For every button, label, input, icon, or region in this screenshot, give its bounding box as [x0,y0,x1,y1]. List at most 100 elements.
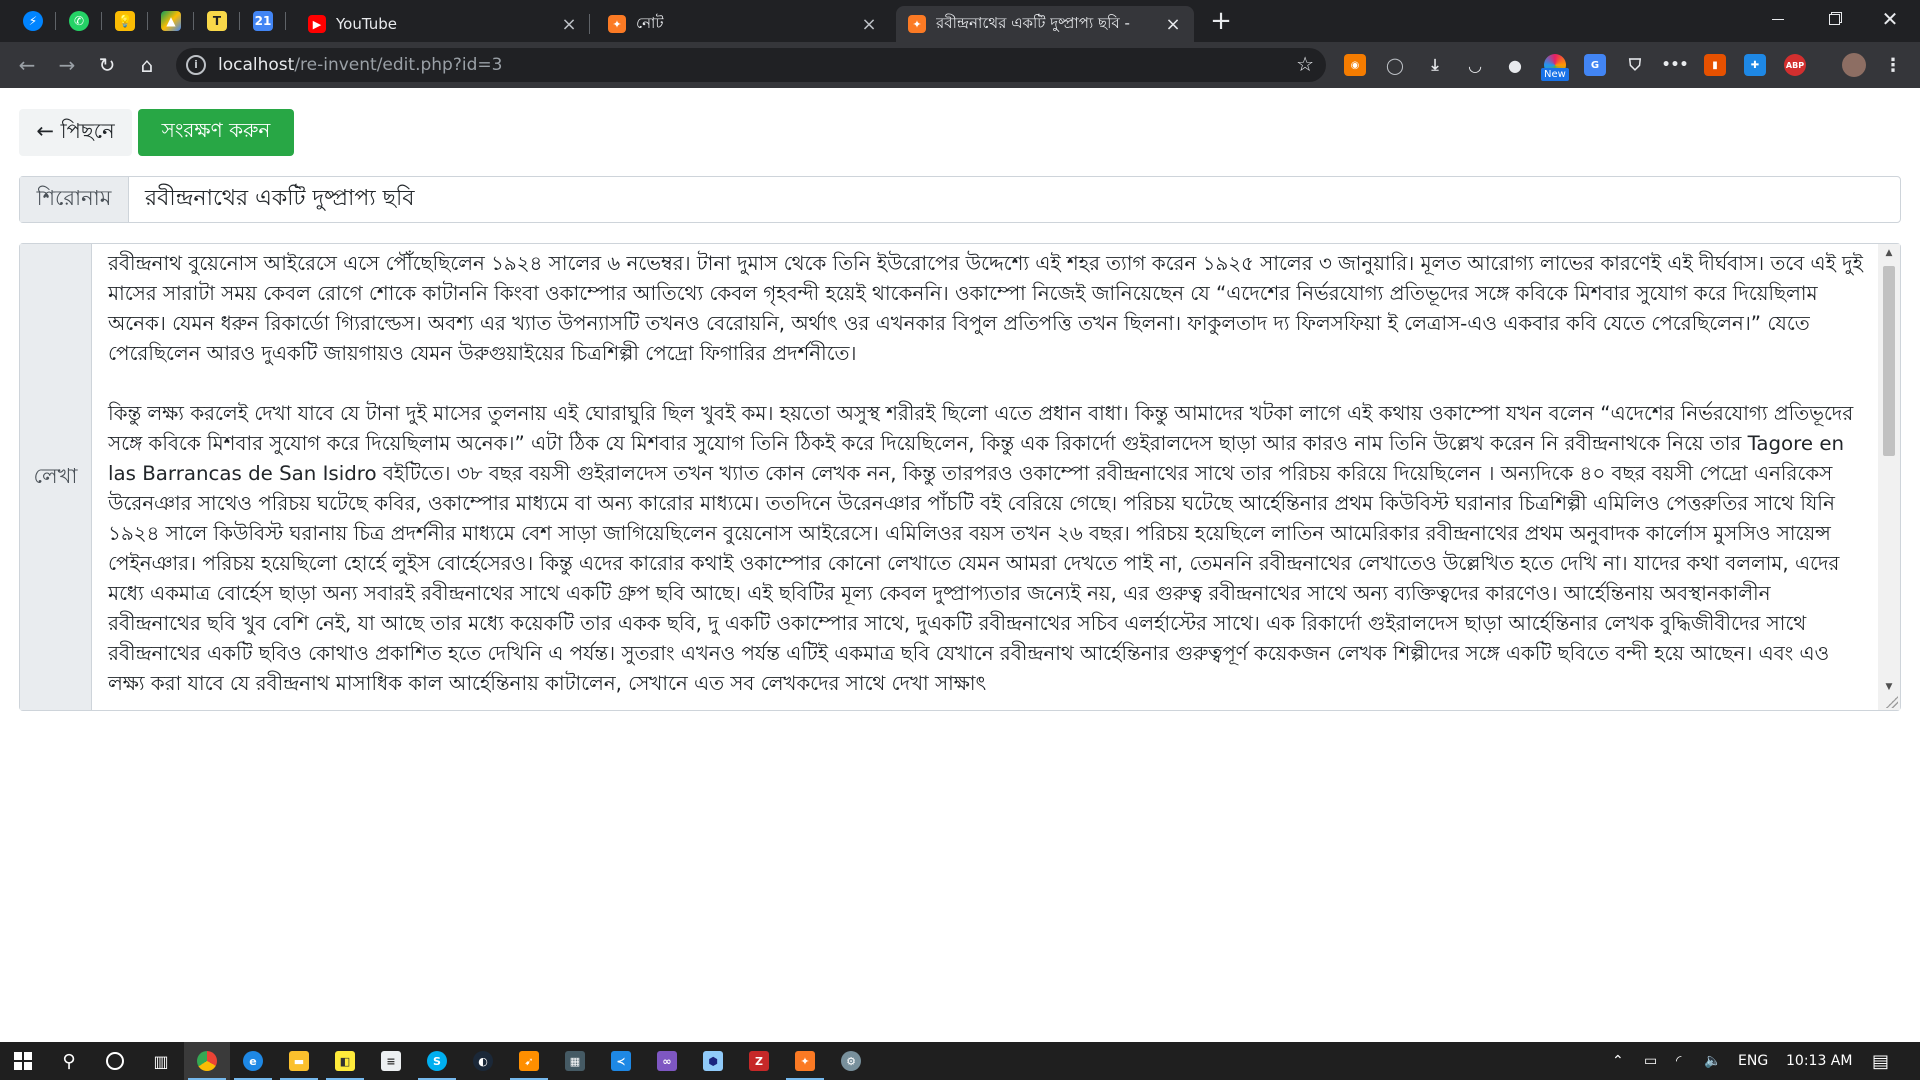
home-icon: ⌂ [140,53,154,77]
home-button[interactable]: ⌂ [132,50,162,80]
clock[interactable]: 10:13 AM [1786,1042,1852,1080]
tab-title: YouTube [336,15,397,33]
close-icon: ✕ [1881,7,1899,31]
taskbar-steam[interactable]: ◐ [460,1042,506,1080]
taskbar-vscode[interactable]: ≺ [598,1042,644,1080]
tab-strip: ⚡ ✆ 💡 ▲ T 21 ▶ YouTube × ✦ নোট × ✦ রবীন্… [0,0,1920,42]
new-tab-button[interactable]: + [1208,8,1234,34]
office-icon[interactable]: ▮ [1704,54,1726,76]
dots-ext-icon[interactable]: ••• [1662,54,1689,76]
close-icon[interactable]: × [560,14,578,35]
whatsapp-icon: ✆ [69,11,89,31]
notification-icon[interactable]: ▤ [1872,1042,1889,1080]
taskbar-calculator[interactable]: ▦ [552,1042,598,1080]
scroll-up-icon[interactable]: ▲ [1878,244,1900,262]
download-icon[interactable]: ⤓ [1424,54,1446,76]
resize-grip-icon[interactable] [1886,696,1898,708]
translate-icon[interactable]: G [1584,54,1606,76]
restore-button[interactable] [1806,0,1862,38]
shield-icon[interactable]: ⛉ [1624,54,1646,76]
info-icon[interactable]: i [186,55,206,75]
save-button[interactable]: সংরক্ষণ করুন [138,109,294,156]
arrow-right-icon: → [58,53,76,77]
textarea-scrollbar[interactable]: ▲ ▼ [1878,244,1900,710]
tray-chevron-icon[interactable]: ⌃ [1612,1042,1624,1080]
scroll-thumb[interactable] [1883,266,1895,456]
menu-icon[interactable]: ⋮ [1882,54,1904,76]
scroll-down-icon[interactable]: ▼ [1878,678,1900,696]
taskbar-sticky[interactable]: ◧ [322,1042,368,1080]
page-content: ← পিছনে সংরক্ষণ করুন শিরোনাম রবীন্দ্রনাথ… [0,88,1920,1042]
tab-active-article[interactable]: ✦ রবীন্দ্রনাথের একটি দুষ্প্রাপ্য ছবি - × [896,6,1194,42]
close-window-button[interactable]: ✕ [1862,0,1918,38]
volume-icon[interactable]: 🔈 [1704,1042,1721,1080]
close-icon[interactable]: × [860,14,878,35]
reload-button[interactable]: ↻ [92,50,122,80]
keep-icon: 💡 [115,11,135,31]
taskbar-search[interactable]: ⚲ [46,1042,92,1080]
back-nav-button[interactable]: ← [12,50,42,80]
address-bar[interactable]: i localhost/re-invent/edit.php?id=3 ☆ [176,48,1326,82]
taskbar-visual-studio[interactable]: ∞ [644,1042,690,1080]
xampp-icon: ✦ [795,1051,815,1071]
taskbar-notepad[interactable]: ≡ [368,1042,414,1080]
pinned-tab-drive[interactable]: ▲ [148,0,194,42]
taskbar-cortana[interactable] [92,1042,138,1080]
calculator-icon: ▦ [565,1051,585,1071]
language-indicator[interactable]: ENG [1738,1042,1768,1080]
reload-icon: ↻ [98,53,116,77]
body-text: রবীন্দ্রনাথ বুয়েনোস আইরেসে এসে পৌঁছেছিল… [108,252,1863,695]
taskbar-xampp[interactable]: ✦ [782,1042,828,1080]
taskbar-skype[interactable]: S [414,1042,460,1080]
tab-title: রবীন্দ্রনাথের একটি দুষ্প্রাপ্য ছবি - [936,13,1130,32]
box-icon: ⬢ [703,1051,723,1071]
body-textarea[interactable]: রবীন্দ্রনাথ বুয়েনোস আইরেসে এসে পৌঁছেছিল… [92,244,1900,710]
taskbar-chrome[interactable] [184,1042,230,1080]
pinned-tab-calendar[interactable]: 21 [240,0,286,42]
visual-studio-icon: ∞ [657,1051,677,1071]
body-input-group: লেখা রবীন্দ্রনাথ বুয়েনোস আইরেসে এসে পৌঁ… [19,243,1901,711]
cursor-tool-icon: ➹ [519,1051,539,1071]
rss-icon[interactable]: ◉ [1344,54,1366,76]
url-text[interactable]: localhost/re-invent/edit.php?id=3 [218,55,502,75]
xampp-favicon-icon: ✦ [908,15,926,33]
battery-icon[interactable]: ▭ [1644,1042,1657,1080]
close-icon[interactable]: × [1164,14,1182,35]
tab-youtube[interactable]: ▶ YouTube × [296,6,590,42]
settings-gear-icon: ⚙ [841,1051,861,1071]
taskbar-box[interactable]: ⬢ [690,1042,736,1080]
back-button[interactable]: ← পিছনে [19,109,132,156]
task-view-icon: ▥ [153,1051,169,1071]
skype-icon: S [427,1051,447,1071]
start-button[interactable] [0,1042,46,1080]
taskbar-task-view[interactable]: ▥ [138,1042,184,1080]
taskbar-cursor-tool[interactable]: ➹ [506,1042,552,1080]
explorer-icon: ▬ [289,1051,309,1071]
tab-note[interactable]: ✦ নোট × [596,6,890,42]
pinned-tab-typing[interactable]: T [194,0,240,42]
edge-icon: e [243,1051,263,1071]
title-input-group: শিরোনাম রবীন্দ্রনাথের একটি দুষ্প্রাপ্য ছ… [19,176,1901,223]
bookmark-star-icon[interactable]: ☆ [1296,52,1314,76]
minimize-button[interactable] [1750,0,1806,38]
forward-nav-button[interactable]: → [52,50,82,80]
pinned-tab-messenger[interactable]: ⚡ [10,0,56,42]
taskbar-explorer[interactable]: ▬ [276,1042,322,1080]
title-input[interactable]: রবীন্দ্রনাথের একটি দুষ্প্রাপ্য ছবি [129,177,1900,222]
snip-icon[interactable]: ✚ [1744,54,1766,76]
taskbar-settings[interactable]: ⚙ [828,1042,874,1080]
pocket-icon[interactable]: ◡ [1464,54,1486,76]
profile-avatar[interactable] [1842,53,1866,77]
wifi-icon[interactable]: ◜ [1676,1042,1681,1080]
restore-icon [1828,13,1840,25]
taskbar-filezilla[interactable]: Z [736,1042,782,1080]
bulb-icon[interactable]: ◯ [1384,54,1406,76]
taskbar-edge[interactable]: e [230,1042,276,1080]
youtube-icon: ▶ [308,15,326,33]
windows-start-icon [14,1052,32,1070]
eye-icon[interactable]: ● [1504,54,1526,76]
pinned-tab-keep[interactable]: 💡 [102,0,148,42]
adblock-icon[interactable]: ABP [1784,54,1806,76]
pinned-tab-whatsapp[interactable]: ✆ [56,0,102,42]
windows-taskbar: ⚲ ▥ e ▬ ◧ ≡ S ◐ ➹ ▦ ≺ ∞ ⬢ Z ✦ ⚙ ⌃ ▭ ◜ 🔈 … [0,1042,1920,1080]
